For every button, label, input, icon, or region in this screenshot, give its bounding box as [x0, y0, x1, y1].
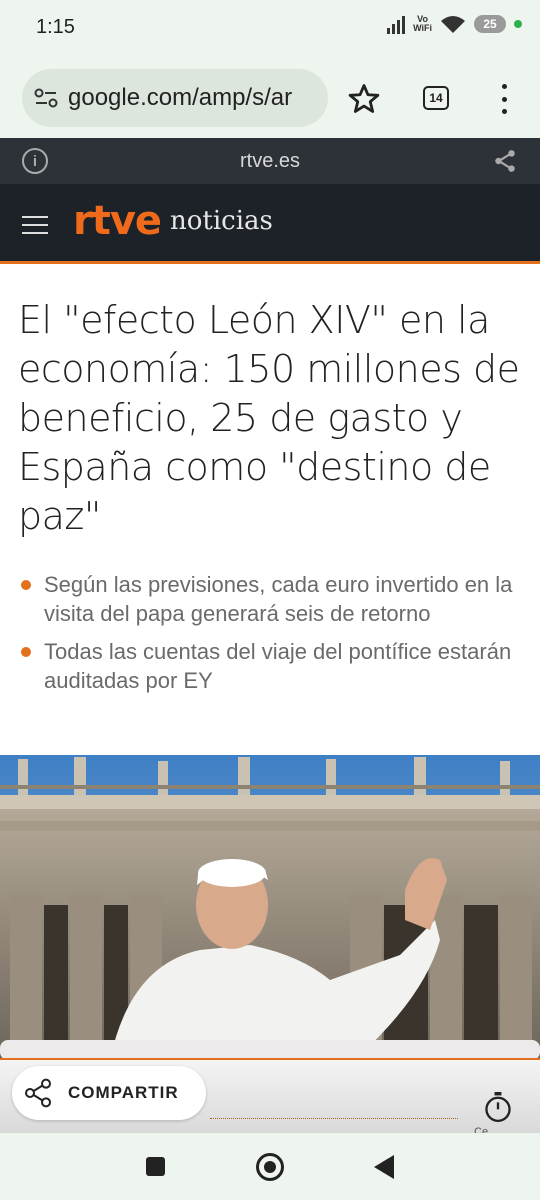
hamburger-menu-icon[interactable] — [22, 216, 48, 234]
back-button[interactable] — [374, 1155, 394, 1179]
bookmark-star-icon[interactable] — [347, 82, 381, 116]
bullet-dot-icon — [21, 647, 31, 657]
more-menu-icon[interactable] — [494, 84, 514, 114]
signal-icon — [387, 14, 406, 34]
section-title[interactable]: noticias — [170, 206, 273, 236]
article-headline: El "efecto León XIV" en la economía: 150… — [18, 298, 520, 538]
address-bar[interactable]: google.com/amp/s/ar — [22, 69, 328, 127]
browser-toolbar: google.com/amp/s/ar 14 — [0, 58, 540, 138]
wifi-icon — [441, 16, 465, 33]
share-bar: COMPARTIR Ce — [0, 1058, 540, 1138]
privacy-indicator-dot — [514, 20, 522, 28]
article-photo — [0, 755, 540, 1060]
summary-item: Todas las cuentas del viaje del pontífic… — [18, 637, 518, 695]
status-time: 1:15 — [36, 16, 75, 38]
site-header: rtve noticias — [0, 184, 540, 264]
site-settings-icon[interactable] — [34, 88, 58, 108]
recents-button[interactable] — [146, 1157, 165, 1176]
home-button[interactable] — [256, 1153, 284, 1181]
tab-count: 14 — [429, 91, 443, 105]
system-navigation-bar — [0, 1133, 540, 1200]
stopwatch-icon[interactable] — [484, 1092, 512, 1122]
battery-level: 25 — [483, 17, 497, 31]
rtve-logo[interactable]: rtve — [73, 198, 162, 244]
screen: 1:15 Vo WiFi 25 google.com/amp/s/ar 14 i… — [0, 0, 540, 1200]
status-icons: Vo WiFi 25 — [387, 14, 522, 34]
amp-viewer-bar: i rtve.es — [0, 138, 540, 184]
article-summary: Según las previsiones, cada euro inverti… — [18, 570, 518, 704]
status-bar: 1:15 Vo WiFi 25 — [0, 0, 540, 58]
url-text: google.com/amp/s/ar — [68, 84, 293, 111]
divider — [210, 1118, 458, 1119]
vowifi-indicator: Vo WiFi — [413, 14, 432, 33]
share-button-label: COMPARTIR — [68, 1083, 179, 1102]
battery-icon: 25 — [474, 15, 506, 33]
share-icon — [25, 1078, 51, 1108]
tab-switcher-button[interactable]: 14 — [423, 86, 449, 110]
amp-domain[interactable]: rtve.es — [0, 150, 540, 173]
share-icon[interactable] — [492, 148, 518, 174]
share-button[interactable]: COMPARTIR — [12, 1066, 206, 1120]
summary-item: Según las previsiones, cada euro inverti… — [18, 570, 518, 628]
bullet-dot-icon — [21, 580, 31, 590]
